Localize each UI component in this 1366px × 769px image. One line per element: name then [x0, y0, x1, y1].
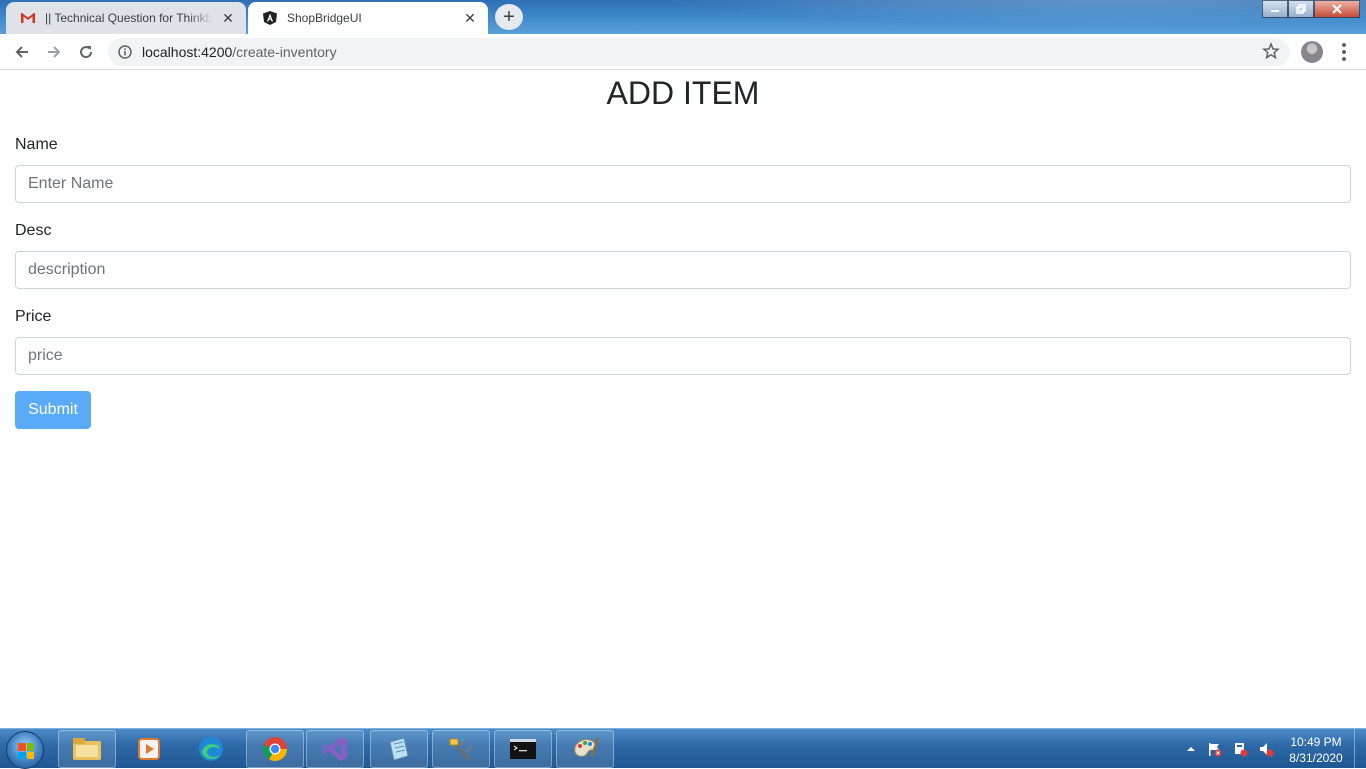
angular-icon: [262, 10, 278, 26]
system-clock[interactable]: 10:49 PM 8/31/2020: [1284, 734, 1348, 766]
reload-icon[interactable]: [74, 40, 98, 64]
command-prompt-icon[interactable]: [494, 730, 552, 768]
tab-title: || Technical Question for Thinkbri: [45, 11, 213, 25]
chrome-icon[interactable]: [246, 730, 304, 768]
system-tray: [1186, 741, 1274, 760]
description-input[interactable]: [15, 251, 1351, 289]
show-desktop-button[interactable]: [1354, 729, 1366, 769]
start-button[interactable]: [6, 731, 44, 769]
clock-date: 8/31/2020: [1289, 751, 1343, 765]
window-controls: [1262, 0, 1360, 18]
restore-button[interactable]: [1288, 0, 1314, 18]
back-icon[interactable]: [10, 40, 34, 64]
submit-button[interactable]: Submit: [15, 391, 91, 429]
profile-avatar[interactable]: [1301, 41, 1323, 63]
edge-icon[interactable]: [182, 730, 240, 768]
address-bar[interactable]: localhost:4200/create-inventory: [108, 38, 1290, 66]
tab-strip: || Technical Question for Thinkbri ✕ Sho…: [0, 0, 1366, 34]
show-hidden-icons-icon[interactable]: [1186, 744, 1196, 757]
notepad-icon[interactable]: [370, 730, 428, 768]
url-host: localhost:4200: [142, 44, 233, 60]
url-text: localhost:4200/create-inventory: [142, 44, 337, 60]
file-explorer-icon[interactable]: [58, 730, 116, 768]
bookmark-star-icon[interactable]: [1262, 41, 1280, 65]
network-icon[interactable]: [1232, 741, 1248, 760]
action-center-flag-icon[interactable]: [1206, 741, 1222, 760]
paint-icon[interactable]: [556, 730, 614, 768]
visual-studio-icon[interactable]: [306, 730, 364, 768]
price-input[interactable]: [15, 337, 1351, 375]
name-label: Name: [15, 136, 58, 153]
minimize-button[interactable]: [1262, 0, 1288, 18]
tools-icon[interactable]: [432, 730, 490, 768]
close-window-button[interactable]: [1314, 0, 1360, 18]
close-tab-icon[interactable]: ✕: [220, 10, 236, 26]
chrome-menu-icon[interactable]: [1336, 40, 1352, 64]
gmail-icon: [20, 10, 36, 26]
name-input[interactable]: [15, 165, 1351, 203]
page-content: ADD ITEM Name Desc Price Submit: [0, 71, 1366, 728]
page-title: ADD ITEM: [606, 75, 760, 111]
windows-logo-icon: [18, 743, 34, 759]
tab-title: ShopBridgeUI: [287, 11, 362, 25]
url-path: /create-inventory: [232, 44, 337, 60]
taskbar: 10:49 PM 8/31/2020: [0, 728, 1366, 769]
clock-time: 10:49 PM: [1290, 735, 1342, 749]
tab-gmail[interactable]: || Technical Question for Thinkbri ✕: [6, 2, 246, 34]
forward-icon[interactable]: [42, 40, 66, 64]
volume-muted-icon[interactable]: [1258, 741, 1274, 760]
browser-toolbar: localhost:4200/create-inventory: [0, 34, 1366, 70]
media-player-icon[interactable]: [120, 730, 178, 768]
close-tab-icon[interactable]: ✕: [462, 10, 478, 26]
desc-label: Desc: [15, 222, 52, 239]
site-info-icon[interactable]: [118, 45, 132, 64]
new-tab-button[interactable]: +: [495, 4, 523, 30]
tab-shopbridgeui[interactable]: ShopBridgeUI ✕: [248, 2, 488, 34]
price-label: Price: [15, 308, 52, 325]
